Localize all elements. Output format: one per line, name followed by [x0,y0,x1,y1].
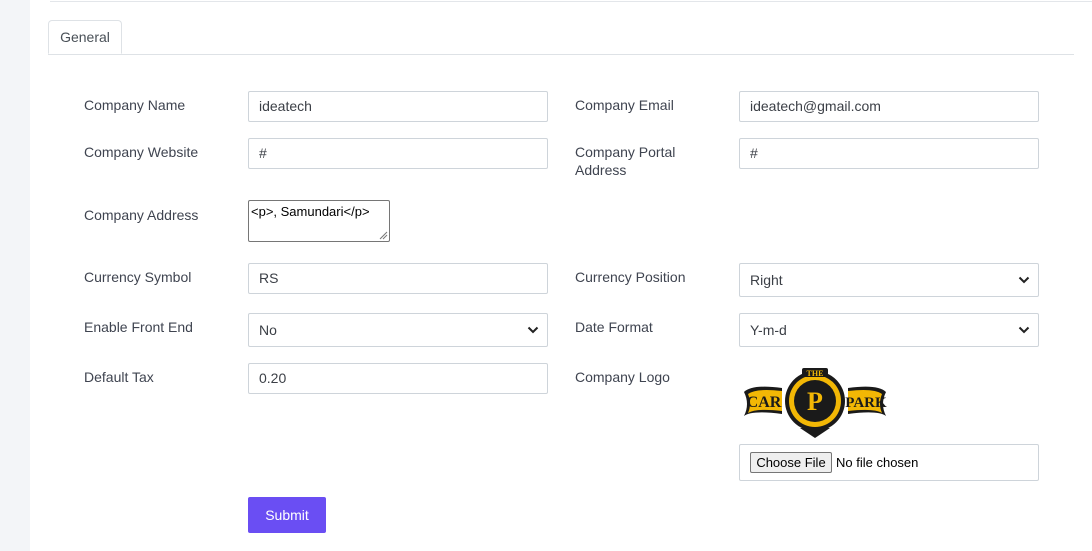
company-logo-file-input[interactable]: Choose File No file chosen [739,444,1039,481]
logo-text-top: THE [807,369,824,378]
resize-grip-icon[interactable] [379,231,388,240]
settings-card: General Company Name ideatech Company Em… [30,0,1092,551]
company-portal-address-label-line1: Company Portal [575,144,676,160]
logo-text-right: PARK [845,395,887,411]
company-logo-image: THE CAR P PARK [744,368,887,438]
currency-position-select[interactable]: Right [739,263,1039,297]
currency-position-value: Right [750,272,783,288]
chevron-down-icon [1018,276,1030,284]
company-address-textarea[interactable]: <p>, Samundari</p> [248,200,390,242]
file-status-text: No file chosen [836,455,919,470]
currency-symbol-input[interactable]: RS [248,263,548,294]
enable-front-end-value: No [259,322,277,338]
currency-symbol-label: Currency Symbol [84,269,192,285]
choose-file-button[interactable]: Choose File [750,452,832,473]
default-tax-label: Default Tax [84,369,154,385]
tab-general[interactable]: General [48,20,122,54]
date-format-label: Date Format [575,319,653,335]
logo-text-left: CAR [747,394,782,411]
company-address-label: Company Address [84,207,199,223]
company-email-input[interactable]: ideatech@gmail.com [739,91,1039,122]
company-portal-address-input[interactable]: # [739,138,1039,169]
company-name-label: Company Name [84,97,186,113]
company-website-label: Company Website [84,144,199,160]
enable-front-end-select[interactable]: No [248,313,548,347]
submit-button[interactable]: Submit [248,497,326,533]
enable-front-end-label: Enable Front End [84,319,193,335]
company-email-label: Company Email [575,97,674,113]
date-format-value: Y-m-d [750,322,787,338]
currency-position-label: Currency Position [575,269,686,285]
logo-text-center: P [807,387,823,416]
company-website-input[interactable]: # [248,138,548,169]
top-divider [50,1,1092,2]
company-portal-address-label: Company Portal Address [575,143,675,179]
company-logo-label: Company Logo [575,369,670,385]
company-portal-address-label-line2: Address [575,162,627,178]
date-format-select[interactable]: Y-m-d [739,313,1039,347]
default-tax-input[interactable]: 0.20 [248,363,548,394]
chevron-down-icon [527,326,539,334]
company-name-input[interactable]: ideatech [248,91,548,122]
tab-divider [48,54,1074,55]
chevron-down-icon [1018,326,1030,334]
company-address-value: <p>, Samundari</p> [251,204,370,219]
